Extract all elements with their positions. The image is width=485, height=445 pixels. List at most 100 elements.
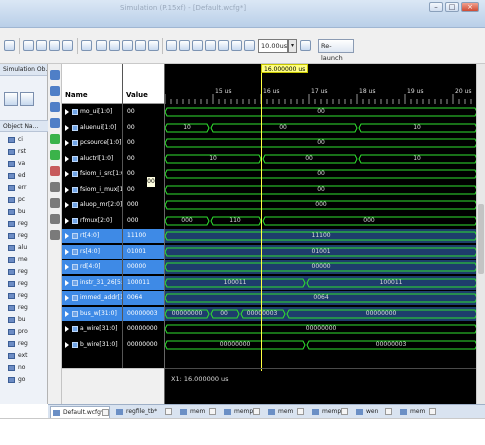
object-list-item[interactable]: reg [0,218,48,230]
expand-arrow-icon[interactable] [65,295,69,301]
signal-value[interactable]: 000 [123,198,165,212]
cursor-time-label[interactable]: 16.000000 us [261,64,309,73]
signal-value[interactable]: 100011 [123,275,165,290]
object-list-item[interactable]: va [0,158,48,170]
expand-arrow-icon[interactable] [65,171,69,177]
object-list-item[interactable]: bu [0,206,48,218]
signal-value[interactable]: 00000000 [123,338,165,352]
object-list-item[interactable]: reg [0,302,48,314]
next-transition-icon[interactable] [205,40,216,51]
signal-row-name[interactable]: bus_w[31:0] [62,306,122,321]
filter-icon[interactable] [4,92,18,106]
signal-value[interactable]: 00000003 [123,306,165,321]
signal-value[interactable]: 00 [123,105,165,119]
go-to-time-icon[interactable] [50,118,60,128]
object-list-item[interactable]: me [0,254,48,266]
save-icon[interactable] [36,40,47,51]
expand-arrow-icon[interactable] [65,233,69,239]
swap-icon[interactable] [218,40,229,51]
signal-row-name[interactable]: mo_ui[1:0] [62,105,122,119]
signal-row-name[interactable]: aluop_mr[2:0] [62,198,122,212]
editor-tab[interactable]: memp [310,406,350,418]
signal-value[interactable]: 00 [123,183,165,197]
expand-arrow-icon[interactable] [65,124,69,131]
editor-tab[interactable]: mem [266,406,306,418]
waveform-row[interactable]: 000 [165,198,477,212]
signal-row-name[interactable]: rfmux[2:0] [62,214,122,228]
signal-row-name[interactable]: fsiom_i_mux[1:0] [62,183,122,197]
expand-arrow-icon[interactable] [65,341,69,348]
signal-row-name[interactable]: rt[4:0] [62,229,122,243]
radix-icon[interactable] [50,214,60,224]
copy-icon[interactable] [49,40,60,51]
expand-arrow-icon[interactable] [65,186,69,193]
go-start-icon[interactable] [166,40,177,51]
run-icon[interactable] [244,40,255,51]
signal-row-name[interactable]: b_wire[31:0] [62,338,122,352]
editor-tab[interactable]: memp [222,406,262,418]
signal-row-name[interactable]: immed_addr[15:0] [62,291,122,305]
group-icon[interactable] [50,230,60,240]
expand-arrow-icon[interactable] [65,202,69,208]
paste-icon[interactable] [62,40,73,51]
object-list-item[interactable]: go [0,374,48,386]
zoom-fit-icon[interactable] [122,40,133,51]
signal-row-name[interactable]: rs[4:0] [62,244,122,259]
object-list-item[interactable]: no [0,362,48,374]
object-list-item[interactable]: reg [0,338,48,350]
editor-tab[interactable]: mem [178,406,218,418]
signal-value[interactable]: 00000000 [123,322,165,336]
waveform-row[interactable]: 00 [165,105,477,119]
restart-sim-icon[interactable] [231,40,242,51]
close-tab-icon[interactable] [102,409,109,416]
signal-value[interactable]: 00 [123,167,165,181]
zoom-out-icon[interactable] [50,102,60,112]
waveform-row[interactable]: 10 00 10 [165,121,477,135]
expand-arrow-icon[interactable] [65,279,69,286]
close-tab-icon[interactable] [253,408,260,415]
object-list-item[interactable]: reg [0,290,48,302]
restart-icon[interactable] [23,40,34,51]
editor-tab[interactable]: wen [354,406,394,418]
object-list-item[interactable]: err [0,182,48,194]
next-marker-icon[interactable] [50,150,60,160]
object-list-item[interactable]: ed [0,170,48,182]
waveform-row[interactable]: 11100 [165,229,477,243]
object-list-item[interactable]: reg [0,230,48,242]
object-list-item[interactable]: alu [0,242,48,254]
object-list-item[interactable]: ci [0,134,48,146]
object-list-item[interactable]: bu [0,314,48,326]
close-tab-icon[interactable] [165,408,172,415]
vertical-scrollbar[interactable] [476,64,485,404]
maximize-button[interactable]: □ [445,2,459,12]
object-list-item[interactable]: reg [0,266,48,278]
waveform-row[interactable]: 00 [165,136,477,150]
close-tab-icon[interactable] [385,408,392,415]
expand-arrow-icon[interactable] [65,264,69,270]
signal-value[interactable]: 00 [123,152,165,166]
close-tab-icon[interactable] [429,408,436,415]
signal-value[interactable]: 11100 [123,229,165,243]
expand-arrow-icon[interactable] [65,155,69,162]
object-list-item[interactable]: pro [0,326,48,338]
editor-tab[interactable]: regfile_tb* [114,406,174,418]
expand-arrow-icon[interactable] [65,109,69,115]
waveform-row[interactable]: 00 [165,183,477,197]
cut-icon[interactable] [81,40,92,51]
object-list-item[interactable]: ext [0,350,48,362]
go-end-icon[interactable] [179,40,190,51]
waveform-row[interactable]: 0064 [165,291,477,305]
signal-value[interactable]: 000 [123,214,165,228]
signal-value[interactable]: 0064 [123,291,165,305]
signal-row-name[interactable]: instr_31_26[5:0] [62,275,122,290]
editor-tab[interactable]: mem [398,406,438,418]
minimize-button[interactable]: – [429,2,443,12]
close-tab-icon[interactable] [209,408,216,415]
signal-row-name[interactable]: aluenui[1:0] [62,121,122,135]
expand-arrow-icon[interactable] [65,248,69,255]
waveform-row[interactable]: 00000000 [165,322,477,336]
waveform-row[interactable]: 10 00 10 [165,152,477,166]
sort-icon[interactable] [20,92,34,106]
zoom-out-icon[interactable] [109,40,120,51]
collapse-icon[interactable] [50,198,60,208]
